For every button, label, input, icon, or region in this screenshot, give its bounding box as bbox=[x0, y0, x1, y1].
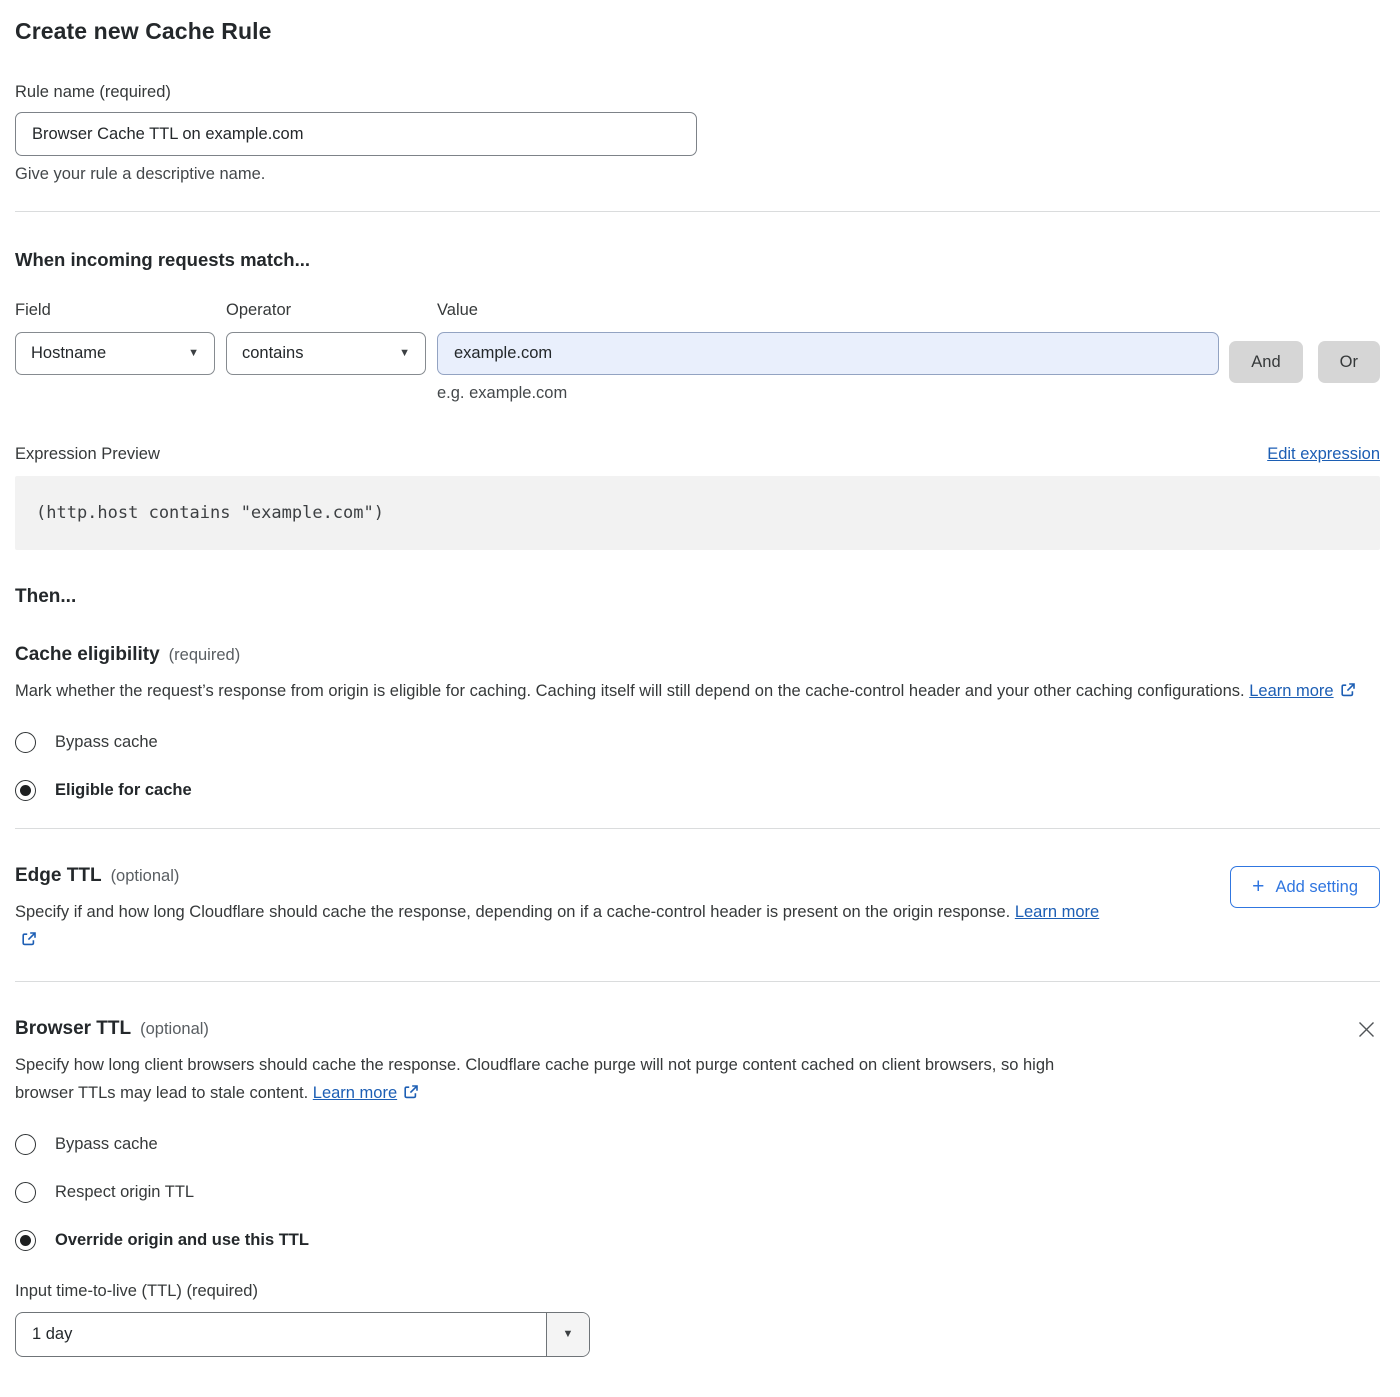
external-link-icon bbox=[1340, 684, 1356, 702]
external-link-icon bbox=[403, 1086, 419, 1104]
caret-glyph: ▼ bbox=[563, 1329, 574, 1340]
chevron-down-icon: ▼ bbox=[399, 348, 410, 359]
match-heading: When incoming requests match... bbox=[15, 249, 1380, 271]
edge-ttl-title: Edge TTL bbox=[15, 865, 102, 887]
edge-ttl-content: Edge TTL (optional) Specify if and how l… bbox=[15, 829, 1120, 954]
radio-option-label: Eligible for cache bbox=[55, 781, 192, 800]
cache-eligibility-heading: Cache eligibility (required) bbox=[15, 644, 1380, 666]
browser-ttl-heading: Browser TTL (optional) bbox=[15, 1018, 1105, 1040]
browser-ttl-content: Browser TTL (optional) Specify how long … bbox=[15, 982, 1105, 1107]
and-button[interactable]: And bbox=[1229, 341, 1302, 383]
create-cache-rule-form: Create new Cache Rule Rule name (require… bbox=[0, 0, 1400, 1397]
expression-code: (http.host contains "example.com") bbox=[36, 503, 384, 523]
value-column: Value e.g. example.com bbox=[437, 301, 1219, 403]
radio-option-label: Bypass cache bbox=[55, 733, 158, 752]
cache-eligibility-learn-more-link[interactable]: Learn more bbox=[1249, 682, 1333, 700]
ttl-select[interactable]: 1 day ▼ bbox=[15, 1312, 590, 1357]
operator-column: Operator contains ▼ bbox=[226, 301, 426, 403]
rule-name-label: Rule name (required) bbox=[15, 83, 1380, 102]
radio-button-icon bbox=[15, 1134, 36, 1155]
browser-ttl-description: Specify how long client browsers should … bbox=[15, 1051, 1105, 1107]
field-column: Field Hostname ▼ bbox=[15, 301, 215, 403]
or-button[interactable]: Or bbox=[1318, 341, 1380, 383]
radio-button-icon bbox=[15, 1230, 36, 1251]
value-label: Value bbox=[437, 301, 1219, 320]
radio-option-bypass-cache[interactable]: Bypass cache bbox=[15, 732, 158, 753]
edge-ttl-section: Edge TTL (optional) Specify if and how l… bbox=[15, 829, 1380, 954]
edge-ttl-description: Specify if and how long Cloudflare shoul… bbox=[15, 898, 1120, 954]
edge-ttl-description-text: Specify if and how long Cloudflare shoul… bbox=[15, 903, 1010, 921]
field-select-value: Hostname bbox=[31, 344, 106, 363]
cache-eligibility-required-badge: (required) bbox=[169, 646, 241, 665]
ttl-input-label: Input time-to-live (TTL) (required) bbox=[15, 1282, 1380, 1301]
rule-name-group: Rule name (required) Give your rule a de… bbox=[15, 83, 1380, 184]
operator-label: Operator bbox=[226, 301, 426, 320]
edit-expression-link[interactable]: Edit expression bbox=[1267, 445, 1380, 464]
radio-option-respect-origin-ttl[interactable]: Respect origin TTL bbox=[15, 1182, 194, 1203]
page-title: Create new Cache Rule bbox=[15, 18, 1380, 45]
expression-preview-header: Expression Preview Edit expression bbox=[15, 445, 1380, 464]
cache-eligibility-description: Mark whether the request’s response from… bbox=[15, 677, 1360, 705]
browser-ttl-optional-badge: (optional) bbox=[140, 1020, 209, 1039]
value-input[interactable] bbox=[437, 332, 1219, 375]
radio-option-label: Override origin and use this TTL bbox=[55, 1231, 309, 1250]
radio-option-override-origin-ttl[interactable]: Override origin and use this TTL bbox=[15, 1230, 309, 1251]
edge-ttl-optional-badge: (optional) bbox=[111, 867, 180, 886]
close-icon bbox=[1355, 1029, 1378, 1044]
rule-name-help: Give your rule a descriptive name. bbox=[15, 165, 1380, 184]
operator-select[interactable]: contains ▼ bbox=[226, 332, 426, 375]
value-help: e.g. example.com bbox=[437, 384, 1219, 403]
then-heading: Then... bbox=[15, 586, 1380, 608]
add-setting-label: Add setting bbox=[1275, 878, 1358, 897]
radio-button-icon bbox=[15, 780, 36, 801]
radio-option-browser-bypass-cache[interactable]: Bypass cache bbox=[15, 1134, 158, 1155]
section-divider bbox=[15, 211, 1380, 212]
browser-ttl-learn-more-link[interactable]: Learn more bbox=[313, 1084, 397, 1102]
cache-eligibility-title: Cache eligibility bbox=[15, 644, 160, 666]
cache-eligibility-description-text: Mark whether the request’s response from… bbox=[15, 682, 1245, 700]
browser-ttl-section: Browser TTL (optional) Specify how long … bbox=[15, 982, 1380, 1107]
remove-browser-ttl-button[interactable] bbox=[1353, 1016, 1380, 1043]
edge-ttl-heading: Edge TTL (optional) bbox=[15, 865, 1120, 887]
browser-ttl-title: Browser TTL bbox=[15, 1018, 131, 1040]
field-label: Field bbox=[15, 301, 215, 320]
radio-button-icon bbox=[15, 732, 36, 753]
match-condition-row: Field Hostname ▼ Operator contains ▼ Val… bbox=[15, 301, 1380, 403]
field-select[interactable]: Hostname ▼ bbox=[15, 332, 215, 375]
radio-option-label: Respect origin TTL bbox=[55, 1183, 194, 1202]
expression-preview-label: Expression Preview bbox=[15, 445, 160, 464]
chevron-down-icon: ▼ bbox=[546, 1313, 589, 1356]
edge-ttl-learn-more-link[interactable]: Learn more bbox=[1015, 903, 1099, 921]
add-setting-button[interactable]: + Add setting bbox=[1230, 866, 1380, 908]
rule-name-input[interactable] bbox=[15, 112, 697, 156]
radio-option-eligible-for-cache[interactable]: Eligible for cache bbox=[15, 780, 192, 801]
external-link-icon bbox=[21, 933, 37, 951]
radio-option-label: Bypass cache bbox=[55, 1135, 158, 1154]
browser-ttl-description-text: Specify how long client browsers should … bbox=[15, 1056, 1054, 1102]
condition-connector-buttons: And Or bbox=[1229, 341, 1380, 403]
chevron-down-icon: ▼ bbox=[188, 348, 199, 359]
operator-select-value: contains bbox=[242, 344, 303, 363]
plus-icon: + bbox=[1252, 876, 1264, 897]
ttl-select-value: 1 day bbox=[16, 1313, 546, 1356]
expression-code-block: (http.host contains "example.com") bbox=[15, 476, 1380, 550]
radio-button-icon bbox=[15, 1182, 36, 1203]
